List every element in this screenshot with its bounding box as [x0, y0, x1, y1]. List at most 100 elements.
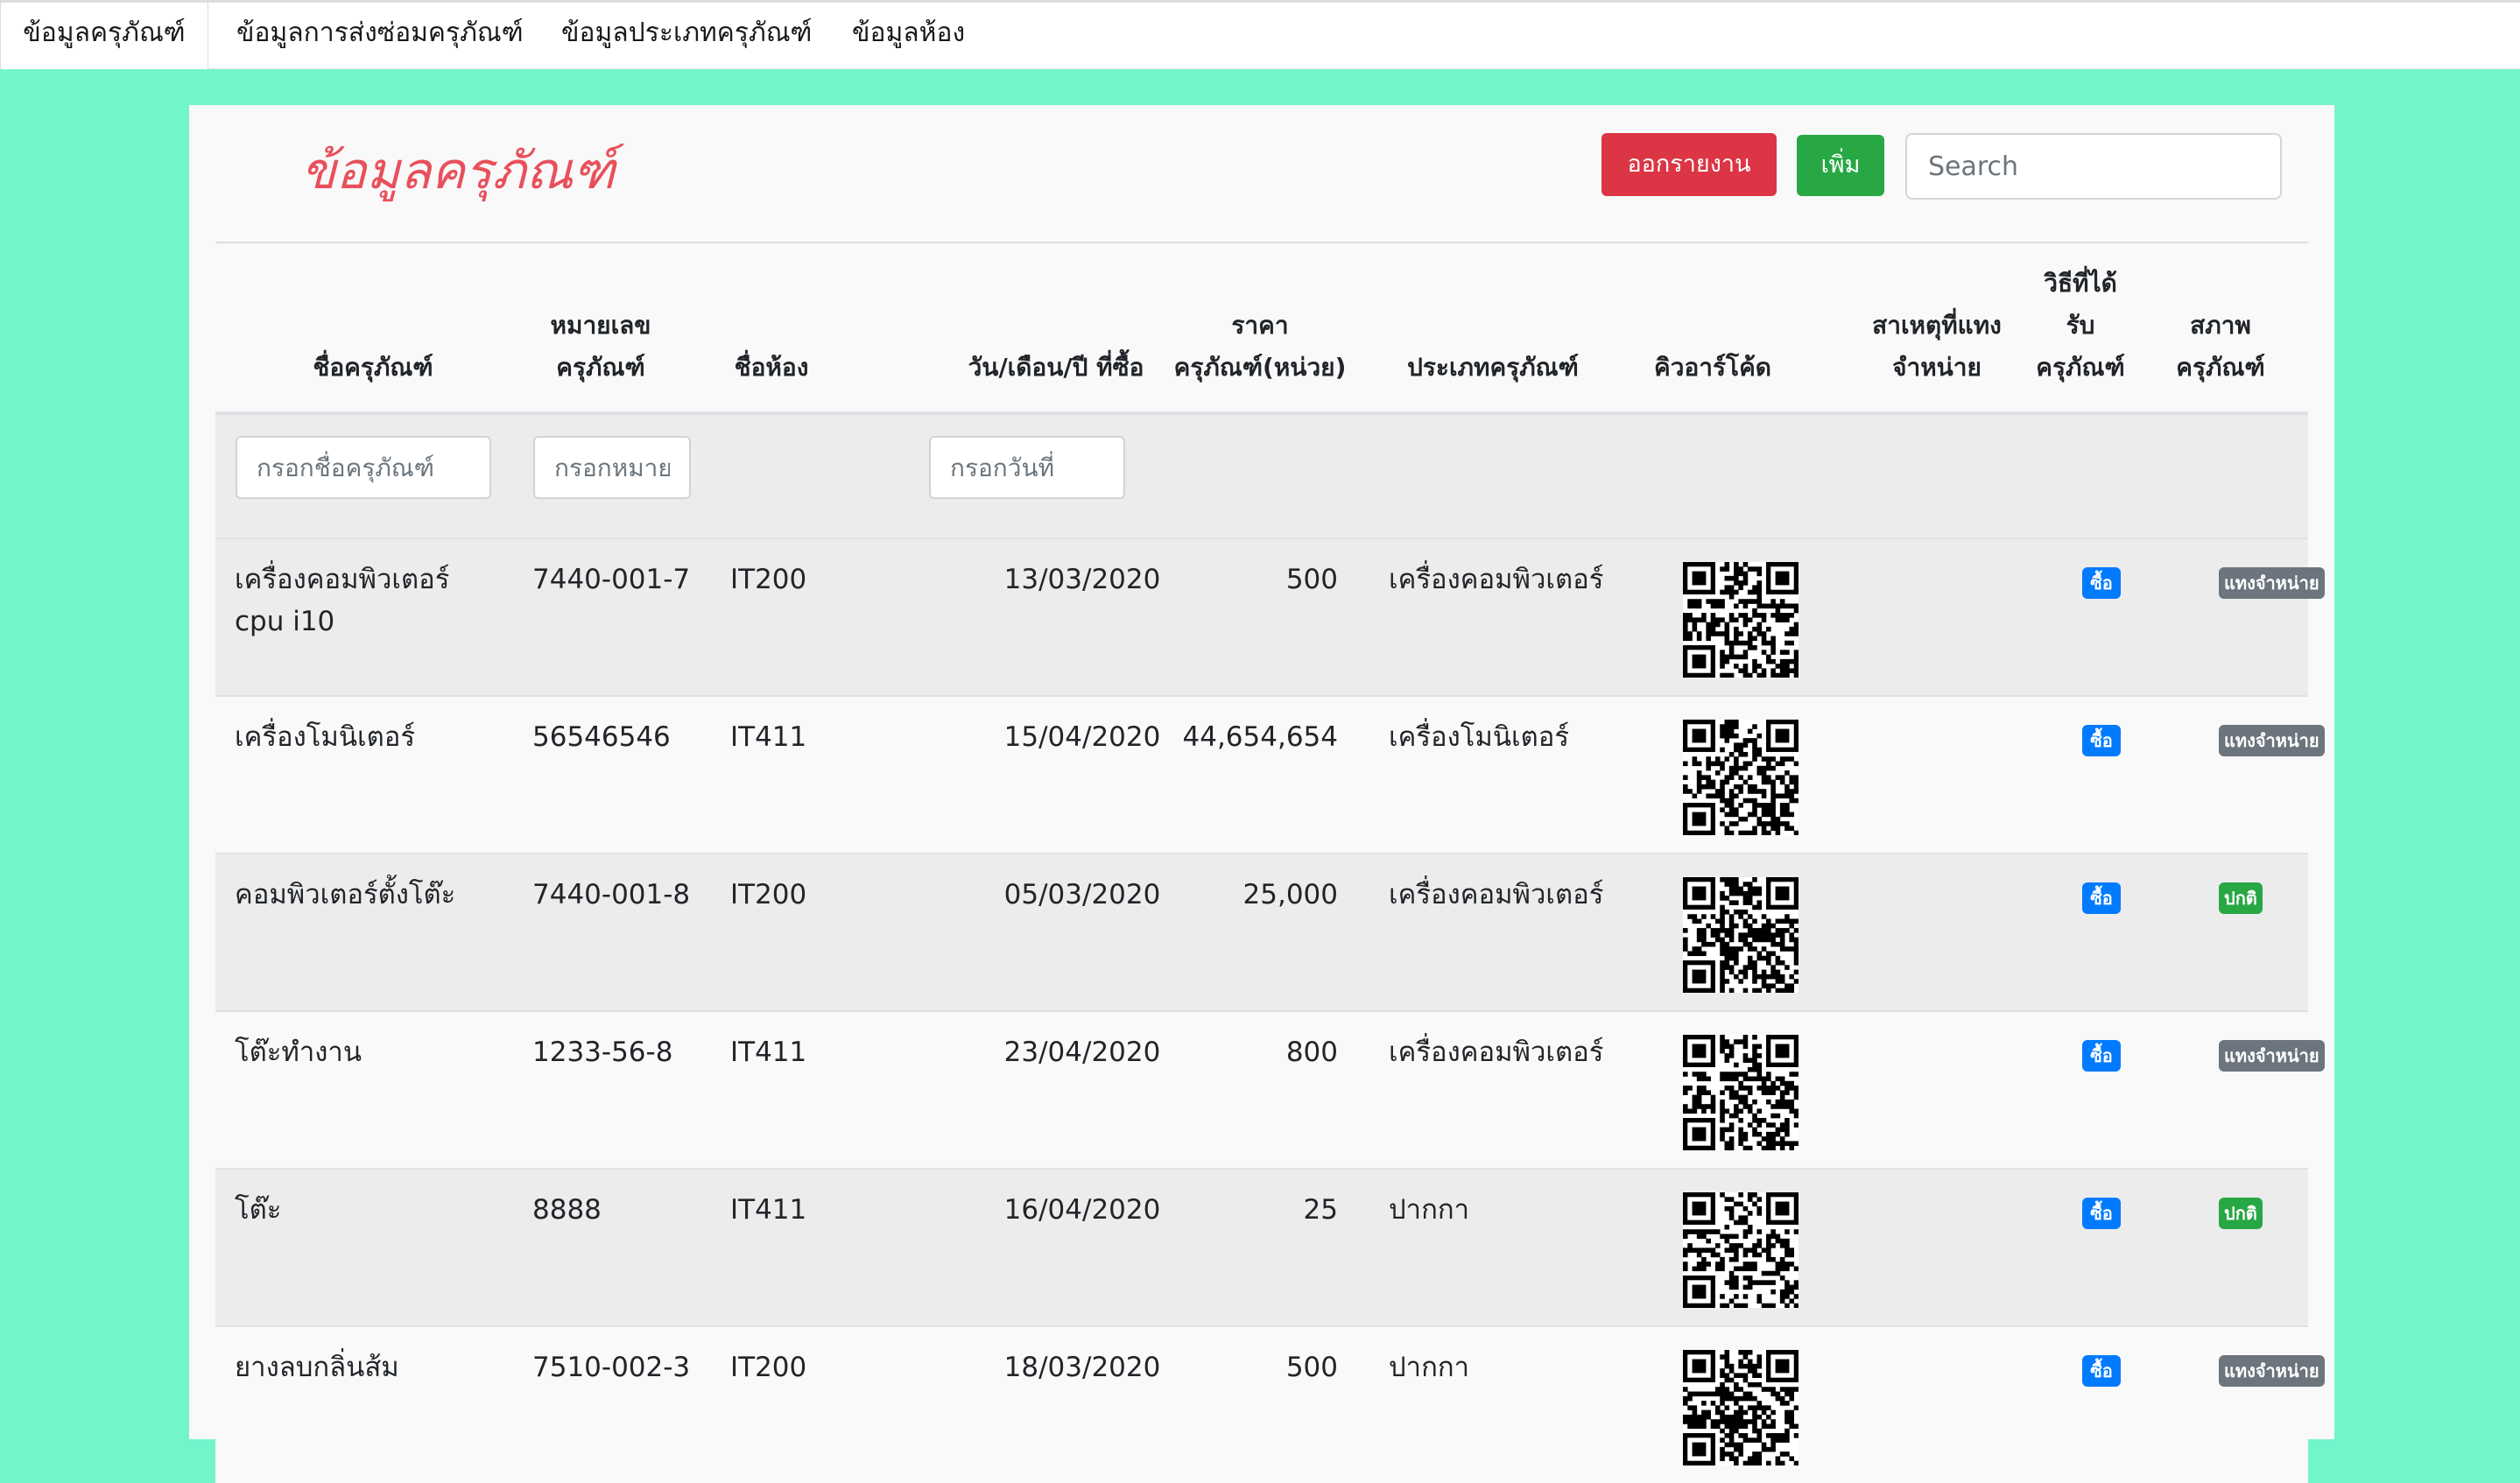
- filter-row: [215, 415, 2308, 538]
- header-status-label-2: ครุภัณฑ์: [2176, 353, 2265, 382]
- table-row[interactable]: คอมพิวเตอร์ตั้งโต๊ะ 7440-001-8 IT200 05/…: [215, 853, 2308, 1010]
- method-badge: ซื้อ: [2082, 1198, 2121, 1229]
- header-divider: [215, 242, 2308, 243]
- cell-date: 16/04/2020: [1003, 1194, 1161, 1226]
- table-row[interactable]: โต๊ะ 8888 IT411 16/04/2020 25 ปากกา ซื้อ…: [215, 1168, 2308, 1325]
- cell-type: เครื่องคอมพิวเตอร์: [1389, 564, 1604, 595]
- cell-type: เครื่องคอมพิวเตอร์: [1389, 879, 1604, 910]
- qr-code-icon[interactable]: [1683, 1192, 1799, 1309]
- table-row[interactable]: โต๊ะทำงาน 1233-56-8 IT411 23/04/2020 800…: [215, 1010, 2325, 1168]
- qr-code-icon[interactable]: [1683, 562, 1799, 678]
- cell-room: IT200: [730, 564, 807, 595]
- table-row[interactable]: เครื่องคอมพิวเตอร์ cpu i10 7440-001-7 IT…: [215, 538, 2325, 695]
- header-qr-label: คิวอาร์โค้ด: [1654, 353, 1771, 382]
- status-badge: แทงจำหน่าย: [2219, 725, 2325, 756]
- report-button[interactable]: ออกรายงาน: [1601, 133, 1777, 196]
- header-room[interactable]: ชื่อห้อง: [706, 347, 837, 389]
- header-method[interactable]: วิธีที่ได้ รับ ครุภัณฑ์: [2019, 263, 2142, 389]
- cell-number: 8888: [532, 1194, 602, 1226]
- cell-number: 56546546: [532, 721, 671, 753]
- header-name-label: ชื่อครุภัณฑ์: [313, 353, 433, 382]
- filter-name-input[interactable]: [236, 436, 491, 499]
- cell-type: ปากกา: [1389, 1352, 1470, 1383]
- qr-code-icon[interactable]: [1683, 720, 1799, 836]
- header-type[interactable]: ประเภทครุภัณฑ์: [1383, 347, 1602, 389]
- header-number[interactable]: หมายเลข ครุภัณฑ์: [517, 305, 684, 389]
- page-title: ข้อมูลครุภัณฑ์: [301, 141, 616, 200]
- cell-name: เครื่องโมนิเตอร์: [235, 721, 416, 753]
- cell-date: 05/03/2020: [1003, 879, 1161, 910]
- header-method-label-1: วิธีที่ได้: [2044, 269, 2117, 298]
- cell-room: IT200: [730, 879, 807, 910]
- cell-number: 7440-001-8: [532, 879, 691, 910]
- cell-number: 7510-002-3: [532, 1352, 691, 1383]
- status-badge: แทงจำหน่าย: [2219, 1040, 2325, 1072]
- cell-price: 25: [1303, 1194, 1338, 1226]
- header-price[interactable]: ราคา ครุภัณฑ์(หน่วย): [1151, 305, 1369, 389]
- header-number-label-2: ครุภัณฑ์: [556, 353, 645, 382]
- cell-price: 500: [1285, 1352, 1338, 1383]
- qr-code-icon[interactable]: [1683, 1035, 1799, 1151]
- top-nav: ข้อมูลครุภัณฑ์ ข้อมูลการส่งซ่อมครุภัณฑ์ …: [0, 0, 2520, 69]
- search-input[interactable]: [1905, 133, 2282, 200]
- method-badge: ซื้อ: [2082, 1355, 2121, 1387]
- status-badge: แทงจำหน่าย: [2219, 1355, 2325, 1387]
- cell-date: 23/04/2020: [1003, 1037, 1161, 1068]
- cell-room: IT411: [730, 1194, 807, 1226]
- table-row[interactable]: ยางลบกลิ่นส้ม 7510-002-3 IT200 18/03/202…: [215, 1325, 2325, 1483]
- cell-date: 13/03/2020: [1003, 564, 1161, 595]
- status-badge: ปกติ: [2219, 1198, 2263, 1229]
- cell-type: เครื่องคอมพิวเตอร์: [1389, 1037, 1604, 1068]
- cell-price: 800: [1285, 1037, 1338, 1068]
- header-name[interactable]: ชื่อครุภัณฑ์: [285, 347, 461, 389]
- cell-name: เครื่องคอมพิวเตอร์ cpu i10: [235, 564, 450, 637]
- cell-price: 500: [1285, 564, 1338, 595]
- cell-number: 7440-001-7: [532, 564, 691, 595]
- equipment-card: ข้อมูลครุภัณฑ์ ออกรายงาน เพิ่ม ชื่อครุภั…: [189, 105, 2334, 1483]
- status-badge: ปกติ: [2219, 882, 2263, 914]
- status-badge: แทงจำหน่าย: [2219, 567, 2325, 599]
- cell-name: คอมพิวเตอร์ตั้งโต๊ะ: [235, 879, 456, 910]
- header-method-label-3: ครุภัณฑ์: [2036, 353, 2125, 382]
- method-badge: ซื้อ: [2082, 725, 2121, 756]
- tab-repair[interactable]: ข้อมูลการส่งซ่อมครุภัณฑ์: [236, 3, 524, 69]
- header-price-label-2: ครุภัณฑ์(หน่วย): [1173, 353, 1347, 382]
- header-number-label-1: หมายเลข: [550, 311, 651, 340]
- qr-code-icon[interactable]: [1683, 1350, 1799, 1466]
- cell-room: IT411: [730, 721, 807, 753]
- cell-price: 44,654,654: [1182, 721, 1339, 753]
- cell-room: IT411: [730, 1037, 807, 1068]
- header-price-label-1: ราคา: [1231, 311, 1289, 340]
- method-badge: ซื้อ: [2082, 1040, 2121, 1072]
- tab-room[interactable]: ข้อมูลห้อง: [852, 3, 965, 69]
- cell-number: 1233-56-8: [532, 1037, 673, 1068]
- filter-number-input[interactable]: [533, 436, 691, 499]
- header-reason-label-2: จำหน่าย: [1892, 353, 1982, 382]
- header-reason[interactable]: สาเหตุที่แทง จำหน่าย: [1849, 305, 2024, 389]
- header-qr[interactable]: คิวอาร์โค้ด: [1634, 347, 1791, 389]
- filter-date-input[interactable]: [929, 436, 1125, 499]
- qr-code-icon[interactable]: [1683, 877, 1799, 994]
- cell-name: ยางลบกลิ่นส้ม: [235, 1352, 399, 1383]
- header-status[interactable]: สภาพ ครุภัณฑ์: [2159, 305, 2282, 389]
- method-badge: ซื้อ: [2082, 882, 2121, 914]
- table-row[interactable]: เครื่องโมนิเตอร์ 56546546 IT411 15/04/20…: [215, 695, 2325, 853]
- header-reason-label-1: สาเหตุที่แทง: [1872, 311, 2002, 340]
- cell-name: โต๊ะทำงาน: [235, 1037, 363, 1068]
- cell-room: IT200: [730, 1352, 807, 1383]
- cell-name: โต๊ะ: [235, 1194, 282, 1226]
- table-body: เครื่องคอมพิวเตอร์ cpu i10 7440-001-7 IT…: [215, 538, 2325, 1483]
- method-badge: ซื้อ: [2082, 567, 2121, 599]
- cell-type: เครื่องโมนิเตอร์: [1389, 721, 1570, 753]
- cell-date: 18/03/2020: [1003, 1352, 1161, 1383]
- tab-equipment[interactable]: ข้อมูลครุภัณฑ์: [0, 3, 208, 69]
- add-button[interactable]: เพิ่ม: [1797, 135, 1884, 196]
- header-status-label-1: สภาพ: [2190, 311, 2251, 340]
- cell-price: 25,000: [1242, 879, 1338, 910]
- header-room-label: ชื่อห้อง: [734, 353, 809, 382]
- tab-equipment-type[interactable]: ข้อมูลประเภทครุภัณฑ์: [561, 3, 812, 69]
- cell-date: 15/04/2020: [1003, 721, 1161, 753]
- header-method-label-2: รับ: [2066, 311, 2095, 340]
- header-type-label: ประเภทครุภัณฑ์: [1407, 353, 1579, 382]
- cell-type: ปากกา: [1389, 1194, 1470, 1226]
